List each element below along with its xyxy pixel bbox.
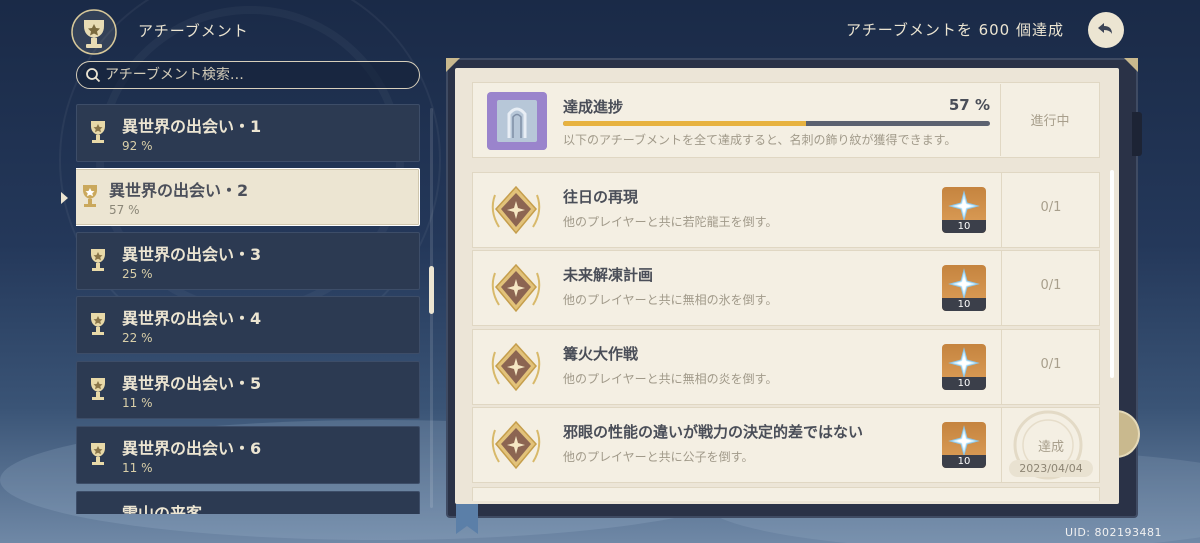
category-list[interactable]: 異世界の出会い・1 92 % 異世界の出会い・2 57 % 異世界の出会い・3 … xyxy=(76,104,420,514)
page-title: アチーブメント xyxy=(138,22,249,40)
selected-category-pointer-icon xyxy=(61,192,68,204)
namecard-reward-icon xyxy=(487,92,547,150)
reward-quantity: 10 xyxy=(942,298,986,311)
trophy-icon xyxy=(83,185,97,207)
achievement-emblem-icon xyxy=(491,263,541,313)
achievement-description: 他のプレイヤーと共に無相の炎を倒す。 xyxy=(563,372,778,386)
achievement-row-completed[interactable]: 邪眼の性能の違いが戦力の決定的差ではない 他のプレイヤーと共に公子を倒す。 10… xyxy=(472,407,1100,483)
achievement-title: 邪眼の性能の違いが戦力の決定的差ではない xyxy=(563,423,864,441)
trophy-icon xyxy=(91,443,105,465)
achievement-progress: 0/1 xyxy=(1040,357,1062,372)
primogem-icon xyxy=(948,347,980,379)
progress-title: 達成進捗 xyxy=(563,98,624,116)
trophy-icon xyxy=(91,121,105,143)
trophy-icon xyxy=(91,249,105,271)
mountain-icon xyxy=(89,506,107,514)
achievement-description: 他のプレイヤーと共に公子を倒す。 xyxy=(563,450,754,464)
achievement-row[interactable]: 篝火大作戦 他のプレイヤーと共に無相の炎を倒す。 10 0/1 xyxy=(472,329,1100,405)
category-name: 異世界の出会い・1 xyxy=(122,117,262,136)
achievement-row[interactable]: 往日の再現 他のプレイヤーと共に若陀龍王を倒す。 10 0/1 xyxy=(472,172,1100,248)
primogem-icon xyxy=(948,190,980,222)
primogem-icon xyxy=(948,425,980,457)
category-item[interactable]: 雪山の来客 xyxy=(76,491,420,514)
category-percent: 11 % xyxy=(122,396,153,410)
category-percent: 57 % xyxy=(109,203,140,217)
reward-item[interactable]: 10 xyxy=(942,187,986,233)
primogem-icon xyxy=(948,268,980,300)
trophy-icon xyxy=(91,313,105,335)
category-name: 異世界の出会い・6 xyxy=(122,439,262,458)
progress-bar-fill xyxy=(563,121,807,126)
bookmark-ribbon-icon xyxy=(456,500,478,534)
achievement-row-partial xyxy=(472,487,1100,501)
category-name: 異世界の出会い・3 xyxy=(122,245,262,264)
reward-item[interactable]: 10 xyxy=(942,422,986,468)
category-percent: 22 % xyxy=(122,331,153,345)
category-name: 異世界の出会い・4 xyxy=(122,309,262,328)
back-arrow-icon xyxy=(1098,23,1112,34)
category-name: 異世界の出会い・5 xyxy=(122,374,262,393)
reward-quantity: 10 xyxy=(942,377,986,390)
reward-item[interactable]: 10 xyxy=(942,344,986,390)
achievement-description: 他のプレイヤーと共に無相の氷を倒す。 xyxy=(563,293,778,307)
category-item[interactable]: 異世界の出会い・1 92 % xyxy=(76,104,420,162)
back-button[interactable] xyxy=(1088,12,1124,48)
achievement-list-scrollbar[interactable] xyxy=(1110,170,1114,378)
category-percent: 92 % xyxy=(122,139,153,153)
search-input[interactable] xyxy=(105,63,419,87)
achievement-emblem-icon xyxy=(491,420,541,470)
progress-description: 以下のアチーブメントを全て達成すると、名刺の飾り紋が獲得できます。 xyxy=(563,133,957,147)
corner-ornament-icon xyxy=(1124,58,1138,72)
category-name: 異世界の出会い・2 xyxy=(109,181,249,200)
book-side-tab xyxy=(1132,112,1142,156)
progress-percent: 57 % xyxy=(948,96,990,114)
trophy-icon xyxy=(91,378,105,400)
category-percent: 11 % xyxy=(122,461,153,475)
achievement-completed-date: 2023/04/04 xyxy=(1009,460,1093,477)
achievement-progress: 0/1 xyxy=(1040,278,1062,293)
achievement-title: 未来解凍計画 xyxy=(563,266,654,284)
achievement-emblem-icon xyxy=(491,342,541,392)
category-item[interactable]: 異世界の出会い・4 22 % xyxy=(76,296,420,354)
achievement-title: 往日の再現 xyxy=(563,188,639,206)
achievement-search-box[interactable] xyxy=(76,61,420,89)
reward-item[interactable]: 10 xyxy=(942,265,986,311)
achievement-title: 篝火大作戦 xyxy=(563,345,639,363)
category-item[interactable]: 異世界の出会い・5 11 % xyxy=(76,361,420,419)
category-item-selected[interactable]: 異世界の出会い・2 57 % xyxy=(76,168,420,226)
search-icon xyxy=(86,68,101,83)
category-item[interactable]: 異世界の出会い・6 11 % xyxy=(76,426,420,484)
achievement-emblem-icon xyxy=(491,185,541,235)
achievement-total-count: アチーブメントを 600 個達成 xyxy=(846,21,1064,39)
user-id: UID: 802193481 xyxy=(1065,526,1162,539)
achievement-trophy-emblem-icon xyxy=(71,9,117,55)
category-name: 雪山の来客 xyxy=(122,504,203,514)
category-list-scroll-thumb[interactable] xyxy=(429,266,434,314)
category-item[interactable]: 異世界の出会い・3 25 % xyxy=(76,232,420,290)
reward-quantity: 10 xyxy=(942,455,986,468)
achievement-row[interactable]: 未来解凍計画 他のプレイヤーと共に無相の氷を倒す。 10 0/1 xyxy=(472,250,1100,326)
reward-quantity: 10 xyxy=(942,220,986,233)
achievement-progress: 0/1 xyxy=(1040,200,1062,215)
achievement-status: 達成 xyxy=(1037,440,1064,455)
achievement-description: 他のプレイヤーと共に若陀龍王を倒す。 xyxy=(563,215,778,229)
progress-status: 進行中 xyxy=(1030,114,1070,129)
category-percent: 25 % xyxy=(122,267,153,281)
progress-bar xyxy=(563,121,990,126)
